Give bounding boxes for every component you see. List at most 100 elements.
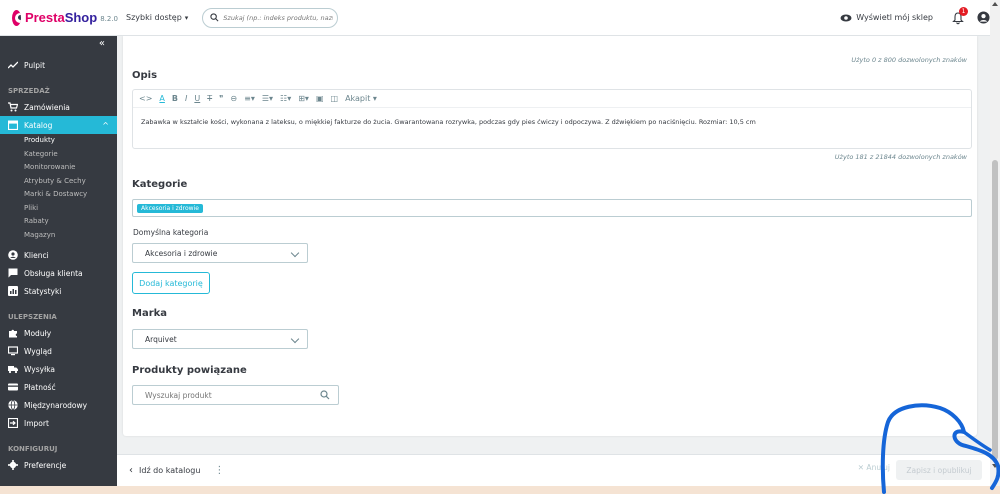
- store-icon: [8, 120, 18, 130]
- logo[interactable]: PrestaShop 8.2.0: [0, 9, 118, 26]
- gear-icon: [8, 460, 18, 470]
- chevron-down-icon: [290, 334, 300, 344]
- default-category-value: Akcesoria i zdrowie: [145, 248, 218, 258]
- sidebar-item-dashboard[interactable]: Pulpit: [0, 56, 117, 74]
- sidebar-item-label: Płatność: [24, 382, 56, 392]
- truck-icon: [8, 366, 18, 374]
- collapse-sidebar-button[interactable]: «: [99, 38, 105, 49]
- version-label: 8.2.0: [100, 15, 118, 23]
- sidebar-item-customer-service[interactable]: Obsługa klienta: [0, 264, 117, 282]
- scroll-thumb[interactable]: [992, 160, 998, 460]
- sidebar-item-shipping[interactable]: Wysyłka: [0, 360, 117, 378]
- sidebar-item-label: Import: [24, 418, 49, 428]
- link-icon[interactable]: ⊖: [230, 94, 237, 103]
- sidebar-item-label: Moduły: [24, 328, 52, 338]
- bold-icon[interactable]: B: [172, 94, 178, 103]
- sidebar: « Pulpit SPRZEDAŻ Zamówienia Katalog ^ P…: [0, 36, 117, 494]
- main-content: Użyto 0 z 800 dozwolonych znaków Opis <>…: [117, 36, 990, 454]
- sidebar-item-design[interactable]: Wygląd: [0, 342, 117, 360]
- description-editor: <> A B I U T ❞ ⊖ ≡▾ ☰▾ ☷▾ ⊞▾ ▣ ◫ Akapit …: [132, 89, 972, 149]
- sidebar-item-label: Pulpit: [24, 60, 46, 70]
- more-options-button[interactable]: ⋮: [214, 465, 224, 476]
- scroll-up-arrow[interactable]: [992, 2, 998, 6]
- back-label: Idź do katalogu: [139, 466, 201, 475]
- logo-text: PrestaShop: [24, 10, 98, 25]
- sidebar-section-improve: ULEPSZENIA: [8, 313, 57, 321]
- sidebar-section-sell: SPRZEDAŻ: [8, 87, 50, 95]
- underline-icon[interactable]: U: [194, 94, 200, 103]
- sidebar-subitem-products[interactable]: Produkty: [0, 134, 117, 148]
- sidebar-item-orders[interactable]: Zamówienia: [0, 98, 117, 116]
- source-code-icon[interactable]: <>: [139, 94, 152, 103]
- globe-icon: [8, 400, 18, 410]
- category-tag[interactable]: Akcesoria i zdrowie: [137, 204, 203, 213]
- monitor-icon: [8, 346, 18, 356]
- notifications-button[interactable]: 1: [951, 6, 968, 25]
- default-category-label: Domyślna kategoria: [133, 228, 209, 237]
- page-scrollbar[interactable]: [990, 0, 1000, 470]
- top-header: PrestaShop 8.2.0 Szybki dostęp ▾ Wyświet…: [0, 0, 1000, 36]
- back-to-catalog-link[interactable]: ‹ Idź do katalogu: [129, 465, 200, 476]
- sidebar-item-import[interactable]: Import: [0, 414, 117, 432]
- sidebar-item-international[interactable]: Międzynarodowy: [0, 396, 117, 414]
- search-icon: [210, 13, 219, 22]
- view-shop-link[interactable]: Wyświetl mój sklep: [840, 12, 933, 24]
- add-category-button[interactable]: Dodaj kategorię: [132, 272, 210, 294]
- italic-icon[interactable]: I: [185, 94, 187, 103]
- sidebar-item-label: Katalog: [24, 120, 53, 130]
- notification-count-badge: 1: [959, 6, 968, 16]
- brand-select[interactable]: Arquivet: [132, 329, 308, 349]
- sidebar-item-stats[interactable]: Statystyki: [0, 282, 117, 300]
- sidebar-subitem-attributes[interactable]: Atrybuty & Cechy: [0, 175, 117, 189]
- prestashop-logo-icon: [12, 9, 21, 26]
- fullscreen-icon[interactable]: ◫: [331, 94, 339, 103]
- table-icon[interactable]: ⊞▾: [298, 94, 309, 103]
- cart-icon: [8, 102, 18, 112]
- sidebar-item-payment[interactable]: Płatność: [0, 378, 117, 396]
- sidebar-subitem-monitoring[interactable]: Monitorowanie: [0, 161, 117, 175]
- sidebar-item-catalog[interactable]: Katalog ^: [0, 116, 117, 134]
- sidebar-subitem-stock[interactable]: Magazyn: [0, 229, 117, 243]
- brand-heading: Marka: [132, 308, 168, 319]
- paragraph-format-dropdown[interactable]: Akapit ▾: [345, 94, 377, 103]
- sidebar-item-label: Wygląd: [24, 346, 52, 356]
- related-products-search: [132, 385, 339, 405]
- header-search-input[interactable]: [223, 13, 334, 22]
- sidebar-subitem-files[interactable]: Pliki: [0, 202, 117, 216]
- sidebar-item-modules[interactable]: Moduły: [0, 324, 117, 342]
- product-footer: ‹ Idź do katalogu ⋮ ✕ Anuluj Zapisz i op…: [117, 454, 990, 486]
- os-taskbar: [0, 486, 1000, 494]
- scroll-down-arrow[interactable]: [992, 464, 998, 468]
- numbered-list-icon[interactable]: ☷▾: [280, 94, 291, 103]
- strikethrough-icon[interactable]: T: [207, 94, 212, 103]
- user-account-icon[interactable]: [977, 11, 990, 24]
- blockquote-icon[interactable]: ❞: [219, 94, 223, 103]
- align-icon[interactable]: ≡▾: [244, 94, 255, 103]
- description-char-counter: Użyto 181 z 21844 dozwolonych znaków: [834, 153, 967, 161]
- sidebar-item-customers[interactable]: Klienci: [0, 246, 117, 264]
- text-color-icon[interactable]: A: [159, 94, 164, 103]
- description-text[interactable]: Zabawka w kształcie kości, wykonana z la…: [133, 108, 971, 136]
- default-category-select[interactable]: Akcesoria i zdrowie: [132, 243, 308, 263]
- brand-value: Arquivet: [145, 334, 177, 344]
- sidebar-subitem-discounts[interactable]: Rabaty: [0, 215, 117, 229]
- sidebar-subitem-categories[interactable]: Kategorie: [0, 148, 117, 162]
- credit-card-icon: [8, 383, 18, 391]
- summary-char-counter: Użyto 0 z 800 dozwolonych znaków: [851, 56, 967, 64]
- chevron-up-icon: ^: [102, 120, 109, 130]
- bullet-list-icon[interactable]: ☰▾: [262, 94, 273, 103]
- cancel-button[interactable]: ✕ Anuluj: [858, 463, 890, 472]
- quick-access-dropdown[interactable]: Szybki dostęp ▾: [126, 13, 188, 22]
- sidebar-item-preferences[interactable]: Preferencje: [0, 456, 117, 474]
- save-and-publish-button[interactable]: Zapisz i opublikuj: [896, 460, 982, 480]
- categories-tag-box[interactable]: Akcesoria i zdrowie: [132, 199, 972, 217]
- sidebar-item-label: Klienci: [24, 250, 49, 260]
- sidebar-item-label: Statystyki: [24, 286, 62, 296]
- sidebar-subitem-brands[interactable]: Marki & Dostawcy: [0, 188, 117, 202]
- caret-down-icon: ▾: [184, 13, 189, 22]
- related-products-input[interactable]: [145, 390, 315, 400]
- sidebar-section-configure: KONFIGURUJ: [8, 445, 58, 453]
- image-icon[interactable]: ▣: [316, 94, 324, 103]
- sidebar-item-label: Obsługa klienta: [24, 268, 83, 278]
- trending-icon: [8, 61, 18, 69]
